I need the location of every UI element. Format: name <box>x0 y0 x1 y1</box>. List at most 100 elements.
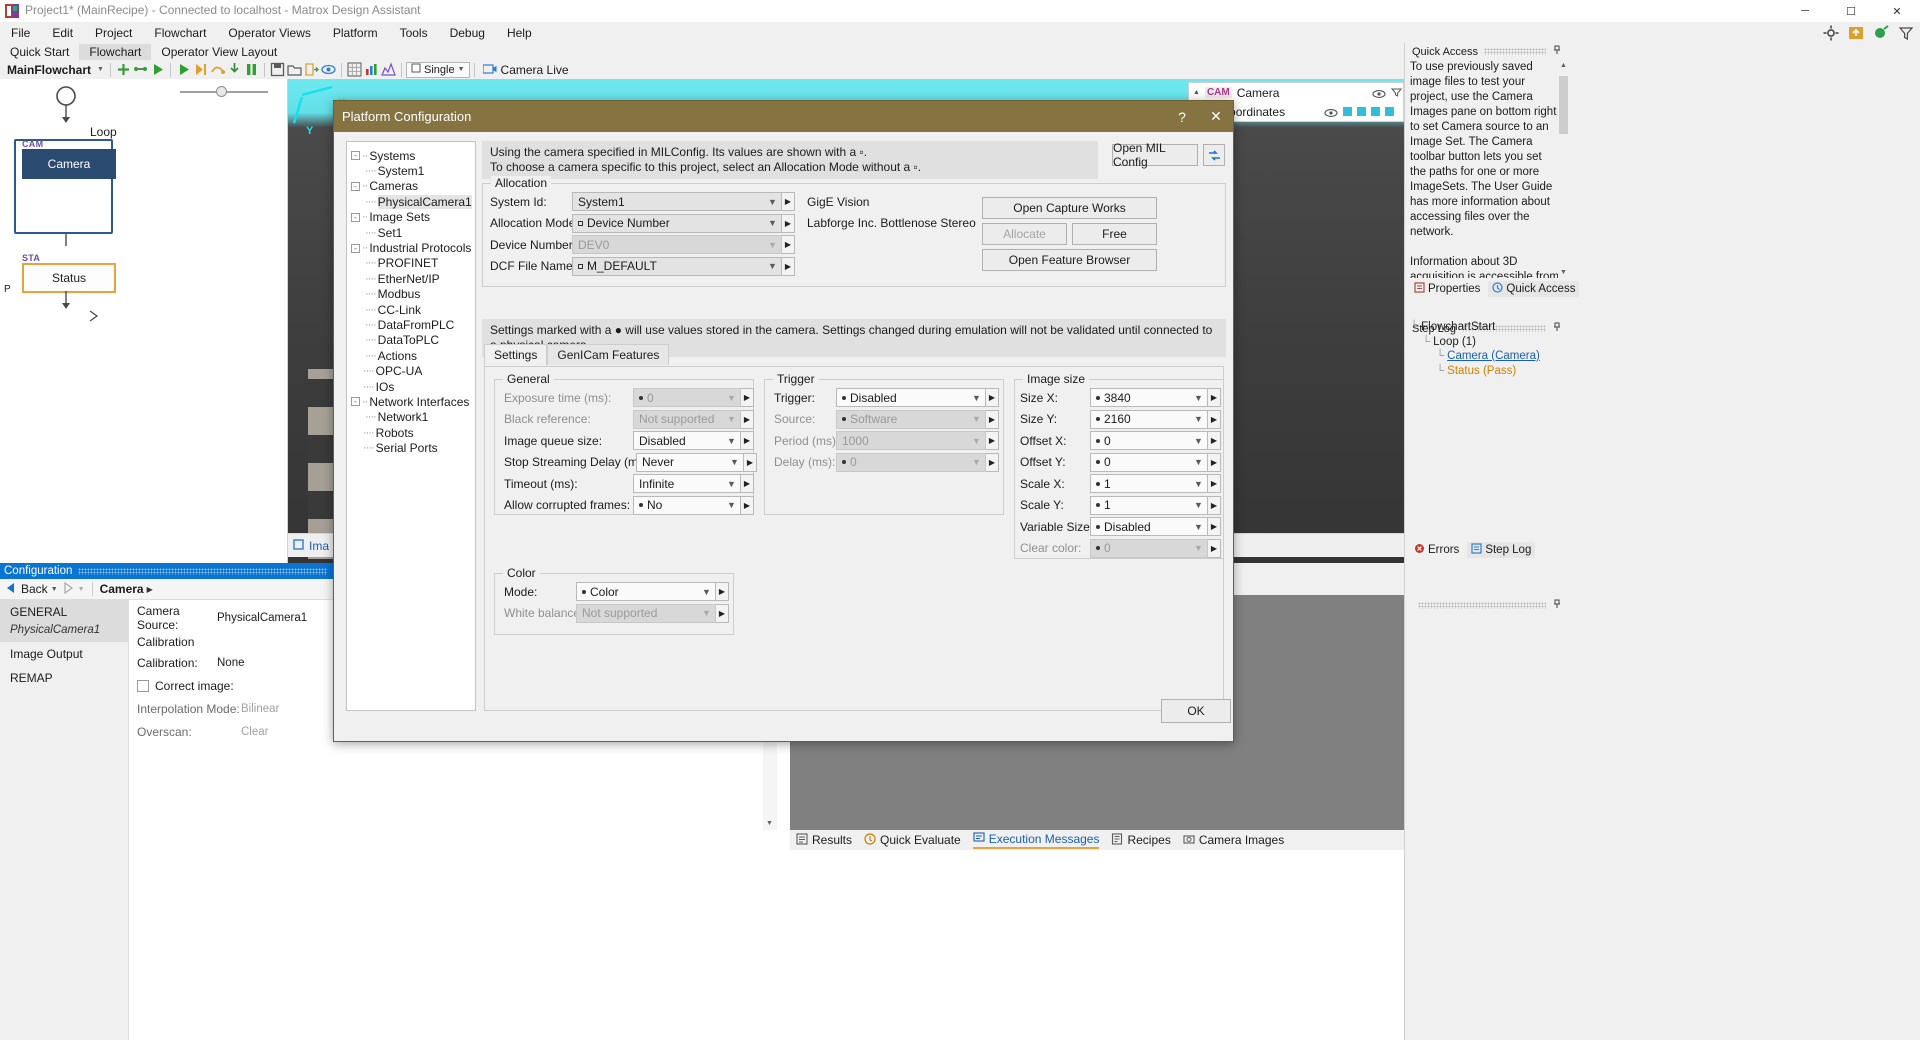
calibration-value[interactable]: None <box>217 657 245 669</box>
trigger-more-button-source[interactable]: ▶ <box>986 410 999 429</box>
open-mil-config-button[interactable]: Open MIL Config <box>1112 144 1198 166</box>
tree-expander-icon[interactable]: - <box>351 182 360 191</box>
general-more-button-image-queue-size[interactable]: ▶ <box>741 431 754 450</box>
filter-small-icon[interactable] <box>1391 86 1403 100</box>
bottom-scroll-down-arrow[interactable]: ▼ <box>764 818 775 829</box>
tree-item-actions[interactable]: ····Actions <box>347 348 475 363</box>
menu-item-project[interactable]: Project <box>84 24 143 42</box>
bottom-right-pin-icon[interactable] <box>1552 599 1562 612</box>
general-more-button-exposure-time-ms[interactable]: ▶ <box>741 388 754 407</box>
tab-operator-view-layout[interactable]: Operator View Layout <box>151 44 287 60</box>
upload-icon[interactable] <box>1848 25 1864 41</box>
correct-image-checkbox[interactable] <box>137 680 149 692</box>
device-number-more-button[interactable]: ▶ <box>782 235 795 254</box>
flowchart-node-camera[interactable]: CAM Camera <box>22 139 116 179</box>
tab-flowchart[interactable]: Flowchart <box>79 44 151 60</box>
image-size-combo-size-x[interactable]: 3840▼ <box>1090 388 1208 407</box>
acquisition-mode-select[interactable]: Single ▼ <box>406 62 470 78</box>
tab-properties[interactable]: Properties <box>1410 281 1484 297</box>
section-image-output[interactable]: Image Output <box>0 642 128 666</box>
tree-item-physicalcamera1[interactable]: ····PhysicalCamera1 <box>347 194 475 209</box>
filter-icon[interactable] <box>1898 25 1914 41</box>
scroll-down-arrow[interactable]: ▼ <box>1558 267 1569 278</box>
grid-icon[interactable] <box>346 61 363 78</box>
maximize-button[interactable]: ☐ <box>1828 0 1874 22</box>
menu-item-edit[interactable]: Edit <box>41 24 84 42</box>
breadcrumb-chevron-icon[interactable]: ▶ <box>147 585 153 594</box>
flowchart-dropdown-icon[interactable]: ▼ <box>95 64 106 75</box>
tab-quick-evaluate[interactable]: Quick Evaluate <box>864 833 961 848</box>
general-more-button-stop-streaming-delay-ms[interactable]: ▶ <box>744 453 757 472</box>
tree-expander-icon[interactable]: - <box>351 213 360 222</box>
general-more-button-black-reference[interactable]: ▶ <box>741 410 754 429</box>
menu-item-flowchart[interactable]: Flowchart <box>143 24 217 42</box>
tree-item-industrial-protocols[interactable]: -··Industrial Protocols <box>347 240 475 255</box>
dcf-file-name-combo[interactable]: M_DEFAULT ▼ <box>572 257 782 276</box>
close-button[interactable]: ✕ <box>1874 0 1920 22</box>
tree-item-network1[interactable]: ····Network1 <box>347 410 475 425</box>
general-combo-stop-streaming-delay-ms[interactable]: Never▼ <box>636 453 744 472</box>
tab-execution-messages[interactable]: Execution Messages <box>973 831 1100 849</box>
step-into-icon[interactable] <box>226 61 243 78</box>
menu-item-help[interactable]: Help <box>496 24 543 42</box>
image-size-more-button-variable-size-y[interactable]: ▶ <box>1208 517 1221 536</box>
forward-dropdown-icon[interactable]: ▼ <box>78 586 85 593</box>
color-swatch-1[interactable] <box>1343 107 1352 116</box>
camera-source-value[interactable]: PhysicalCamera1 <box>217 612 307 624</box>
step-log-row-1[interactable]: └ Loop (1) <box>1410 335 1562 350</box>
tab-quick-access[interactable]: Quick Access <box>1488 281 1579 297</box>
flowchart-node-status[interactable]: STA Status <box>22 253 116 293</box>
play-icon[interactable] <box>175 61 192 78</box>
tree-item-systems[interactable]: -··Systems <box>347 148 475 163</box>
image-size-combo-scale-x[interactable]: 1▼ <box>1090 474 1208 493</box>
tab-step-log[interactable]: Step Log <box>1467 542 1535 558</box>
step-log-row-0[interactable]: └ FlowchartStart <box>1410 320 1562 335</box>
panel-pin-icon[interactable] <box>1552 45 1562 58</box>
color-more-button-mode[interactable]: ▶ <box>716 582 729 601</box>
back-arrow-icon[interactable] <box>4 581 18 598</box>
bottom-right-drag-dots[interactable] <box>1418 602 1546 609</box>
histogram-icon[interactable] <box>380 61 397 78</box>
image-size-combo-scale-y[interactable]: 1▼ <box>1090 496 1208 515</box>
menu-item-operator-views[interactable]: Operator Views <box>217 24 321 42</box>
system-id-combo[interactable]: System1 ▼ <box>572 192 782 211</box>
tab-camera-images[interactable]: Camera Images <box>1183 833 1284 848</box>
menu-item-platform[interactable]: Platform <box>322 24 389 42</box>
visibility-eye-icon[interactable] <box>1372 88 1386 98</box>
menu-item-debug[interactable]: Debug <box>439 24 496 42</box>
save-recipe-icon[interactable] <box>269 61 286 78</box>
tree-item-system1[interactable]: ····System1 <box>347 163 475 178</box>
menu-item-file[interactable]: File <box>0 24 41 42</box>
step-forward-icon[interactable] <box>192 61 209 78</box>
image-size-more-button-offset-x[interactable]: ▶ <box>1208 431 1221 450</box>
open-recipe-icon[interactable] <box>286 61 303 78</box>
configuration-drag-dots[interactable] <box>78 568 327 575</box>
tree-item-modbus[interactable]: ····Modbus <box>347 287 475 302</box>
step-over-icon[interactable] <box>209 61 226 78</box>
tree-item-robots[interactable]: ····Robots <box>347 425 475 440</box>
tree-item-profinet[interactable]: ····PROFINET <box>347 256 475 271</box>
camera-live-button[interactable]: Camera Live <box>479 63 573 77</box>
system-id-more-button[interactable]: ▶ <box>782 192 795 211</box>
tree-item-ethernet-ip[interactable]: ····EtherNet/IP <box>347 271 475 286</box>
visibility-eye-icon-2[interactable] <box>1324 107 1338 117</box>
ok-button[interactable]: OK <box>1161 699 1231 723</box>
tab-errors[interactable]: Errors <box>1410 542 1463 558</box>
quick-access-scrollbar[interactable]: ▲ ▼ <box>1558 60 1569 278</box>
gear-icon[interactable] <box>1823 25 1839 41</box>
color-combo-mode[interactable]: Color▼ <box>576 582 716 601</box>
back-label[interactable]: Back <box>21 582 48 596</box>
general-more-button-timeout-ms[interactable]: ▶ <box>741 474 754 493</box>
run-icon[interactable] <box>149 61 166 78</box>
image-size-combo-offset-y[interactable]: 0▼ <box>1090 453 1208 472</box>
breadcrumb-camera[interactable]: Camera <box>100 582 144 596</box>
tree-item-image-sets[interactable]: -··Image Sets <box>347 210 475 225</box>
tree-item-ios[interactable]: ····IOs <box>347 379 475 394</box>
add-step-icon[interactable] <box>115 61 132 78</box>
tree-item-cameras[interactable]: -··Cameras <box>347 179 475 194</box>
step-log-label-3[interactable]: Status (Pass) <box>1447 364 1516 379</box>
tree-item-cc-link[interactable]: ····CC-Link <box>347 302 475 317</box>
tree-expander-icon[interactable]: - <box>351 151 360 160</box>
image-tab-label[interactable]: Ima <box>309 539 329 553</box>
general-combo-allow-corrupted-frames[interactable]: No▼ <box>633 496 741 515</box>
